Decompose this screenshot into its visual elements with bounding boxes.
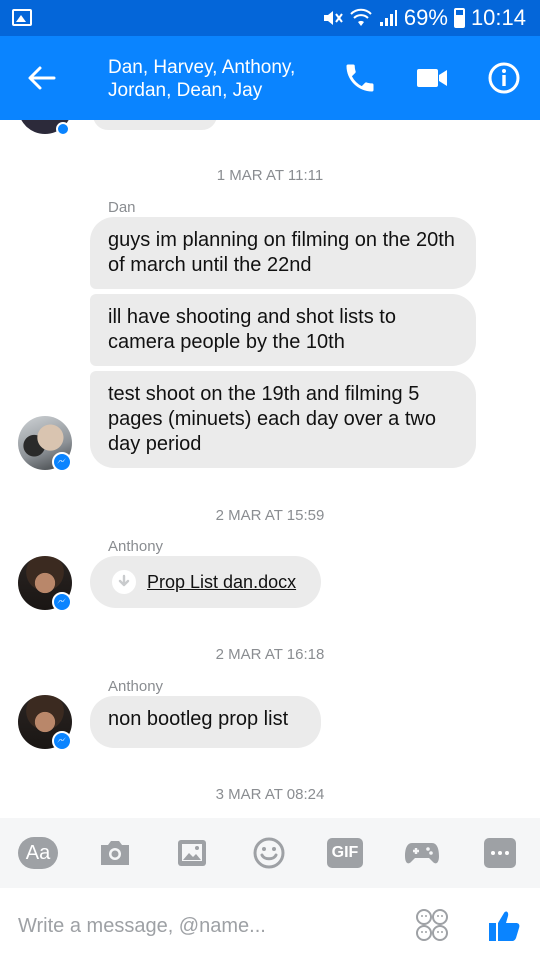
timestamp: 3 MAR AT 08:24 bbox=[215, 786, 325, 803]
message-bubble[interactable]: non bootleg prop list bbox=[90, 696, 321, 748]
game-controller-icon bbox=[405, 843, 439, 864]
messenger-badge-icon bbox=[52, 592, 72, 612]
timestamp: 2 MAR AT 16:18 bbox=[215, 646, 325, 663]
gif-button[interactable]: GIF bbox=[327, 838, 363, 868]
dot bbox=[498, 851, 502, 855]
info-icon bbox=[488, 62, 520, 94]
timestamp: 2 MAR AT 15:59 bbox=[215, 507, 325, 524]
smiley-icon bbox=[253, 837, 285, 869]
emoji-button[interactable] bbox=[251, 836, 287, 870]
more-options-button[interactable] bbox=[484, 838, 516, 868]
sender-name: Anthony bbox=[108, 538, 164, 555]
messenger-badge-icon bbox=[52, 452, 72, 472]
video-camera-icon bbox=[417, 69, 447, 87]
sender-name: Anthony bbox=[108, 678, 164, 695]
thread-title-line-2: Jordan, Dean, Jay bbox=[108, 80, 263, 101]
status-bar: 69% 10:14 bbox=[0, 0, 540, 36]
wifi-icon bbox=[350, 8, 372, 26]
clock: 10:14 bbox=[470, 5, 526, 30]
camera-icon bbox=[101, 841, 129, 865]
composer-toolbar: Aa GIF bbox=[0, 818, 540, 888]
message-bubble[interactable]: ill have shooting and shot lists to came… bbox=[90, 294, 476, 366]
stickers-button[interactable] bbox=[414, 908, 450, 942]
games-button[interactable] bbox=[404, 836, 440, 870]
phone-icon bbox=[346, 64, 374, 92]
arrow-left-icon bbox=[28, 66, 56, 90]
text-style-button[interactable]: Aa bbox=[18, 837, 58, 869]
thumbs-up-icon bbox=[489, 911, 520, 941]
back-button[interactable] bbox=[22, 60, 62, 96]
messenger-badge-icon bbox=[52, 731, 72, 751]
messenger-badge-icon bbox=[56, 122, 70, 136]
video-call-button[interactable] bbox=[414, 62, 450, 94]
composer: Aa GIF bbox=[0, 818, 540, 960]
dot bbox=[491, 851, 495, 855]
sender-name: Dan bbox=[108, 199, 136, 216]
battery-percent: 69% bbox=[403, 5, 448, 30]
battery-icon bbox=[453, 8, 465, 28]
sticker-faces-icon bbox=[416, 909, 448, 941]
gallery-button[interactable] bbox=[174, 836, 210, 870]
signal-icon bbox=[379, 10, 397, 26]
message-input[interactable] bbox=[18, 908, 398, 944]
dot bbox=[505, 851, 509, 855]
message-bubble[interactable] bbox=[93, 120, 217, 130]
file-name[interactable]: Prop List dan.docx bbox=[147, 572, 296, 593]
status-icons: 69% 10:14 bbox=[322, 0, 526, 36]
voice-call-button[interactable] bbox=[342, 60, 378, 96]
conversation-info-button[interactable] bbox=[486, 60, 522, 96]
thread-title-line-1: Dan, Harvey, Anthony, bbox=[108, 57, 296, 78]
image-icon bbox=[178, 840, 206, 866]
timestamp: 1 MAR AT 11:11 bbox=[216, 167, 324, 184]
message-list[interactable]: 1 MAR AT 11:11 Dan guys im planning on f… bbox=[0, 120, 540, 818]
download-icon bbox=[112, 570, 136, 594]
thread-title[interactable]: Dan, Harvey, Anthony, Jordan, Dean, Jay bbox=[108, 56, 328, 102]
message-bubble[interactable]: guys im planning on filming on the 20th … bbox=[90, 217, 476, 289]
file-attachment[interactable]: Prop List dan.docx bbox=[90, 556, 321, 608]
camera-button[interactable] bbox=[97, 836, 133, 870]
mute-icon bbox=[323, 11, 343, 25]
message-bubble[interactable]: test shoot on the 19th and filming 5 pag… bbox=[90, 371, 476, 468]
conversation-header: Dan, Harvey, Anthony, Jordan, Dean, Jay bbox=[0, 36, 540, 120]
gallery-notification-icon bbox=[12, 9, 32, 26]
like-button[interactable] bbox=[486, 908, 522, 944]
